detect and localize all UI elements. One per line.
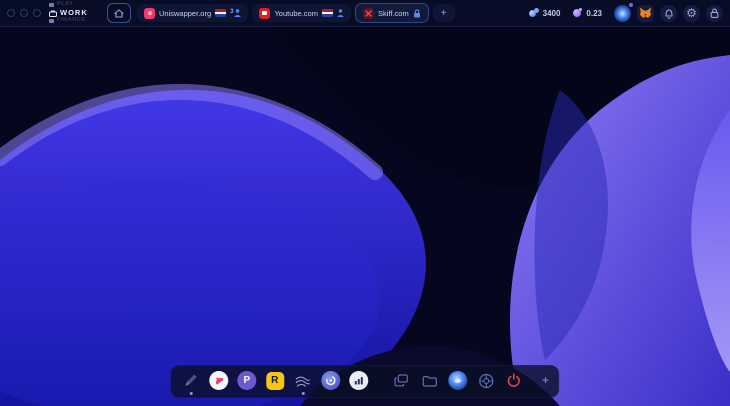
settings-button[interactable]: ⚙ [683,5,700,22]
person-icon [337,9,344,17]
balance-primary[interactable]: 3400 [529,8,561,18]
dock-app-folder[interactable] [420,371,439,390]
bell-button[interactable] [660,5,677,22]
dock-app-p[interactable]: P [237,371,256,390]
lock-button[interactable] [706,5,723,22]
tab-skiff[interactable]: Skiff.com [355,3,429,23]
power-icon [506,373,521,388]
dock-app-power[interactable] [504,371,523,390]
uniswapper-favicon-icon [144,8,155,19]
dock-app-pen-tool[interactable] [181,371,200,390]
chart-app-icon [349,371,368,390]
workspace-prev-label: PLAY [57,2,74,8]
tab-label: Skiff.com [378,9,409,18]
user-count: 3 [230,9,233,15]
dock-app-windows-overview[interactable] [392,371,411,390]
top-bar: PLAY WORK FINANCE Uniswapper.o [0,0,730,27]
p-app-icon: P [237,371,256,390]
helm-icon [478,373,494,389]
desktop-screen: PLAY WORK FINANCE Uniswapper.o [0,0,730,406]
workspace-switcher[interactable]: PLAY WORK FINANCE [49,2,101,24]
windows-overview-icon [394,374,409,387]
skiff-favicon-icon [363,8,374,19]
topbar-action-icons: ⚙ [614,5,723,22]
netherlands-flag-icon [215,9,226,17]
balance-value: 3400 [543,9,561,18]
netherlands-flag-icon [322,9,333,17]
window-control-1[interactable] [7,9,15,17]
lock-icon [413,9,421,18]
dock-app-uniswap[interactable] [209,371,228,390]
running-indicator [301,392,304,395]
workspace-next-label: FINANCE [57,18,86,24]
dock-app-r[interactable]: R [265,371,284,390]
tab-strip: Uniswapper.org 3 Youtube.com [137,3,455,23]
folder-icon [422,375,437,387]
pen-tool-icon [183,373,198,388]
balance-secondary[interactable]: 0.23 [572,8,602,18]
window-control-2[interactable] [20,9,28,17]
blue-token-icon [529,8,540,18]
play-workspace-icon [49,3,54,7]
notification-dot [629,3,633,7]
dock-app-waves[interactable] [293,371,312,390]
waves-icon [295,375,310,387]
workspace-next[interactable]: FINANCE [49,18,101,24]
tab-label: Uniswapper.org [159,9,211,18]
dock-app-chart[interactable] [349,371,368,390]
person-icon [234,9,241,17]
dock-add-button[interactable]: + [542,375,548,387]
home-icon [114,9,124,18]
running-indicator [189,392,192,395]
orb-app-icon [448,371,467,390]
swirl-app-icon [321,371,340,390]
bell-icon [664,8,674,19]
dock-app-helm[interactable] [476,371,495,390]
tab-youtube[interactable]: Youtube.com [252,4,351,22]
orb-button[interactable] [614,5,631,22]
uniswap-app-icon [209,371,228,390]
tab-users-badge: 3 [230,9,241,17]
youtube-favicon-icon [259,8,270,19]
purple-token-icon [572,8,583,18]
dock: P R [170,365,559,398]
finance-workspace-icon [49,19,54,23]
briefcase-icon [49,10,57,17]
dock-app-orb[interactable] [448,371,467,390]
gear-icon: ⚙ [686,7,697,19]
dock-app-swirl[interactable] [321,371,340,390]
lock-icon [710,8,719,18]
window-control-3[interactable] [33,9,41,17]
window-controls [7,9,41,17]
new-tab-button[interactable]: + [433,4,455,22]
workspace-current-label: WORK [60,9,88,17]
tab-label: Youtube.com [274,9,318,18]
wallpaper [0,0,730,406]
plus-icon: + [441,8,447,19]
home-button[interactable] [107,3,131,23]
metamask-fox-icon [639,7,652,19]
tab-uniswapper[interactable]: Uniswapper.org 3 [137,4,248,22]
r-app-icon: R [266,372,284,390]
metamask-button[interactable] [637,5,654,22]
balance-value: 0.23 [586,9,602,18]
